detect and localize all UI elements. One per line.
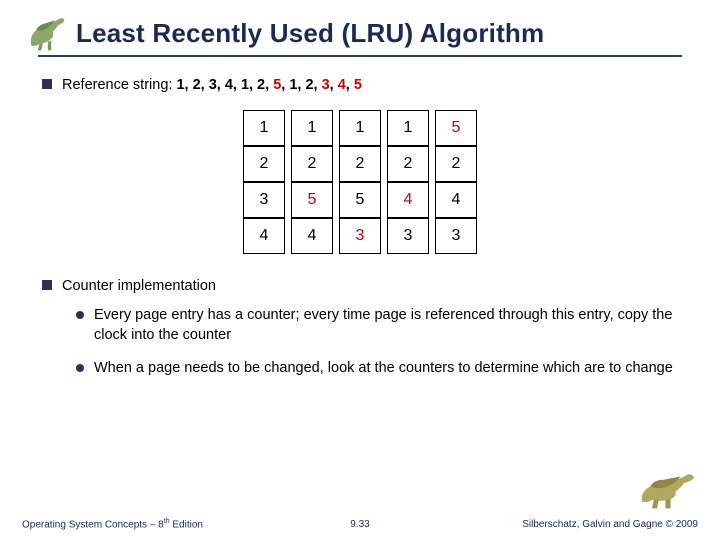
table-cell: 3 — [387, 218, 429, 254]
table-row: 22222 — [243, 146, 477, 182]
dot-bullet-icon — [76, 311, 84, 319]
footer-page-number: 9.33 — [350, 519, 369, 530]
table-cell: 5 — [339, 182, 381, 218]
table-cell: 2 — [339, 146, 381, 182]
sub-item-text: When a page needs to be changed, look at… — [94, 359, 673, 379]
slide-title: Least Recently Used (LRU) Algorithm — [38, 18, 682, 49]
slide: Least Recently Used (LRU) Algorithm Refe… — [0, 0, 720, 540]
counter-sublist: Every page entry has a counter; every ti… — [76, 306, 678, 379]
slide-footer: Operating System Concepts – 8th Edition … — [0, 518, 720, 530]
table-cell: 2 — [291, 146, 333, 182]
table-cell: 1 — [243, 110, 285, 146]
frame-table-wrap: 11115222223554444333 — [42, 110, 678, 254]
table-cell: 4 — [435, 182, 477, 218]
dinosaur-icon — [26, 12, 68, 52]
sub-item: When a page needs to be changed, look at… — [76, 359, 678, 379]
table-cell: 2 — [387, 146, 429, 182]
counter-impl-row: Counter implementation — [42, 276, 678, 297]
square-bullet-icon — [42, 280, 52, 290]
table-cell: 3 — [339, 218, 381, 254]
table-row: 35544 — [243, 182, 477, 218]
table-cell: 4 — [243, 218, 285, 254]
table-cell: 2 — [243, 146, 285, 182]
reference-string-row: Reference string: 1, 2, 3, 4, 1, 2, 5, 1… — [42, 75, 678, 96]
table-cell: 1 — [339, 110, 381, 146]
table-cell: 3 — [435, 218, 477, 254]
table-cell: 5 — [291, 182, 333, 218]
footer-copyright: Silberschatz, Galvin and Gagne © 2009 — [522, 519, 698, 530]
table-row: 44333 — [243, 218, 477, 254]
square-bullet-icon — [42, 79, 52, 89]
counter-impl-heading: Counter implementation — [62, 277, 216, 297]
sub-item: Every page entry has a counter; every ti… — [76, 306, 678, 345]
slide-header: Least Recently Used (LRU) Algorithm — [38, 18, 682, 57]
reference-string-text: Reference string: 1, 2, 3, 4, 1, 2, 5, 1… — [62, 76, 362, 96]
footer-left: Operating System Concepts – 8th Edition — [22, 518, 203, 530]
table-cell: 3 — [243, 182, 285, 218]
table-cell: 1 — [291, 110, 333, 146]
sub-item-text: Every page entry has a counter; every ti… — [94, 306, 678, 345]
dinosaur-footer-icon — [638, 468, 698, 510]
frame-table: 11115222223554444333 — [237, 110, 483, 254]
table-cell: 2 — [435, 146, 477, 182]
dot-bullet-icon — [76, 364, 84, 372]
table-cell: 5 — [435, 110, 477, 146]
table-cell: 4 — [291, 218, 333, 254]
table-cell: 4 — [387, 182, 429, 218]
table-row: 11115 — [243, 110, 477, 146]
slide-content: Reference string: 1, 2, 3, 4, 1, 2, 5, 1… — [38, 75, 682, 379]
table-cell: 1 — [387, 110, 429, 146]
